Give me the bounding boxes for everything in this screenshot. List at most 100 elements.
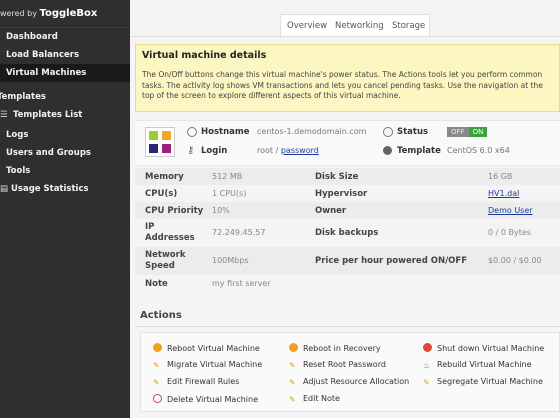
action-label: Reboot in Recovery <box>303 344 381 353</box>
sidebar-item-users-and-groups[interactable]: Users and Groups <box>0 144 130 162</box>
tab-group: Overview Networking Storage <box>280 14 430 36</box>
owner-link[interactable]: Demo User <box>488 206 533 215</box>
pencil-icon: ✎ <box>289 395 296 404</box>
sidebar-item-templates-list[interactable]: ☰ Templates List <box>0 106 130 124</box>
sidebar-item-label: Load Balancers <box>6 50 80 60</box>
tab-networking[interactable]: Networking <box>335 21 384 31</box>
pencil-icon: ✎ <box>289 361 296 370</box>
disk-backups-value: 0 / 0 Bytes <box>488 228 531 237</box>
power-on-button[interactable]: ON <box>468 127 488 137</box>
vm-summary: Hostname centos-1.demodomain.com ⚷ Login… <box>135 120 560 166</box>
sidebar-item-logs[interactable]: Logs <box>0 126 130 144</box>
brand: wered by ToggleBox <box>0 0 130 28</box>
disk-size-label: Disk Size <box>315 172 359 182</box>
owner-label: Owner <box>315 206 347 216</box>
pencil-icon: ✎ <box>423 378 430 387</box>
action-label: Rebuild Virtual Machine <box>437 360 532 369</box>
tab-storage[interactable]: Storage <box>392 21 425 31</box>
sidebar-section-templates[interactable]: Templates <box>0 88 130 106</box>
sidebar-item-label: Templates List <box>13 110 83 120</box>
power-toggle[interactable]: OFF ON <box>447 127 488 137</box>
sidebar-item-virtual-machines[interactable]: Virtual Machines <box>0 64 130 82</box>
cpu-priority-label: CPU Priority <box>145 206 204 216</box>
key-icon: ⚷ <box>187 145 195 156</box>
disk-backups-label: Disk backups <box>315 228 379 238</box>
sidebar-item-usage-statistics[interactable]: ▤ Usage Statistics <box>0 180 130 198</box>
info-notice: Virtual machine details The On/Off butto… <box>135 44 560 112</box>
price-value: $0.00 / $0.00 <box>488 256 542 265</box>
main-content: Overview Networking Storage Virtual mach… <box>130 0 560 418</box>
sidebar-item-label: Usage Statistics <box>11 184 89 194</box>
table-row: Memory 512 MB Disk Size 16 GB <box>135 168 560 185</box>
sidebar-item-tools[interactable]: Tools <box>0 162 130 180</box>
actions-title: Actions <box>140 310 182 321</box>
login-user: root <box>257 146 274 155</box>
action-label: Reboot Virtual Machine <box>167 344 260 353</box>
status-label: Status <box>397 127 429 137</box>
power-icon <box>423 343 432 352</box>
hostname-value: centos-1.demodomain.com <box>257 127 367 136</box>
divider <box>135 326 560 327</box>
rebuild-vm-action[interactable]: ♨ Rebuild Virtual Machine <box>423 360 532 370</box>
password-link[interactable]: password <box>281 146 319 155</box>
tab-overview[interactable]: Overview <box>287 21 327 31</box>
globe-icon <box>187 127 197 137</box>
table-row: Network Speed 100Mbps Price per hour pow… <box>135 247 560 275</box>
note-value: my first server <box>212 279 271 288</box>
clock-icon <box>383 127 393 137</box>
actions-panel: Reboot Virtual Machine Reboot in Recover… <box>140 332 560 412</box>
table-row: Note my first server <box>135 275 560 292</box>
memory-label: Memory <box>145 172 184 182</box>
cpus-label: CPU(s) <box>145 189 178 199</box>
reboot-vm-action[interactable]: Reboot Virtual Machine <box>153 343 260 353</box>
reboot-recovery-action[interactable]: Reboot in Recovery <box>289 343 381 353</box>
migrate-vm-action[interactable]: ✎ Migrate Virtual Machine <box>153 360 262 370</box>
login-value: root / password <box>257 146 319 155</box>
divider <box>130 36 560 37</box>
memory-value: 512 MB <box>212 172 243 181</box>
chart-icon: ▤ <box>0 184 9 194</box>
network-speed-label: Network Speed <box>145 250 186 271</box>
adjust-resources-action[interactable]: ✎ Adjust Resource Allocation <box>289 377 409 387</box>
action-label: Reset Root Password <box>303 360 386 369</box>
action-label: Edit Note <box>303 394 340 403</box>
action-label: Adjust Resource Allocation <box>303 377 410 386</box>
table-row: IP Addresses 72.249.45.57 Disk backups 0… <box>135 219 560 247</box>
notice-title: Virtual machine details <box>142 50 267 61</box>
edit-firewall-action[interactable]: ✎ Edit Firewall Rules <box>153 377 239 387</box>
segregate-vm-action[interactable]: ✎ Segregate Virtual Machine <box>423 377 543 387</box>
os-logo-icon <box>145 127 175 157</box>
template-icon <box>383 146 392 155</box>
template-value: CentOS 6.0 x64 <box>447 146 510 155</box>
tab-bar: Overview Networking Storage <box>130 0 560 38</box>
note-label: Note <box>145 279 168 289</box>
hypervisor-link[interactable]: HV1.dal <box>488 189 519 198</box>
table-row: CPU Priority 10% Owner Demo User <box>135 202 560 219</box>
cpus-value: 1 CPU(s) <box>212 189 247 198</box>
list-icon: ☰ <box>0 110 8 120</box>
sidebar-item-dashboard[interactable]: Dashboard <box>0 28 130 46</box>
delete-vm-action[interactable]: Delete Virtual Machine <box>153 394 258 404</box>
action-label: Migrate Virtual Machine <box>167 360 263 369</box>
cpu-priority-value: 10% <box>212 206 230 215</box>
edit-note-action[interactable]: ✎ Edit Note <box>289 394 340 404</box>
action-label: Shut down Virtual Machine <box>437 344 545 353</box>
table-row: CPU(s) 1 CPU(s) Hypervisor HV1.dal <box>135 185 560 202</box>
login-separator: / <box>275 146 279 155</box>
delete-icon <box>153 394 162 403</box>
action-label: Edit Firewall Rules <box>167 377 240 386</box>
network-speed-value: 100Mbps <box>212 256 249 265</box>
hypervisor-label: Hypervisor <box>315 189 368 199</box>
hostname-label: Hostname <box>201 127 250 137</box>
pencil-icon: ✎ <box>153 361 160 370</box>
sidebar-item-label: Templates <box>0 92 46 102</box>
sidebar-item-label: Users and Groups <box>6 148 91 158</box>
shutdown-vm-action[interactable]: Shut down Virtual Machine <box>423 343 544 353</box>
reset-root-password-action[interactable]: ✎ Reset Root Password <box>289 360 386 370</box>
brand-prefix: wered by <box>0 9 37 18</box>
power-off-button[interactable]: OFF <box>447 127 469 137</box>
ip-addresses-value: 72.249.45.57 <box>212 228 266 237</box>
sidebar-item-label: Tools <box>6 166 31 176</box>
action-label: Delete Virtual Machine <box>167 395 258 404</box>
sidebar-item-load-balancers[interactable]: Load Balancers <box>0 46 130 64</box>
